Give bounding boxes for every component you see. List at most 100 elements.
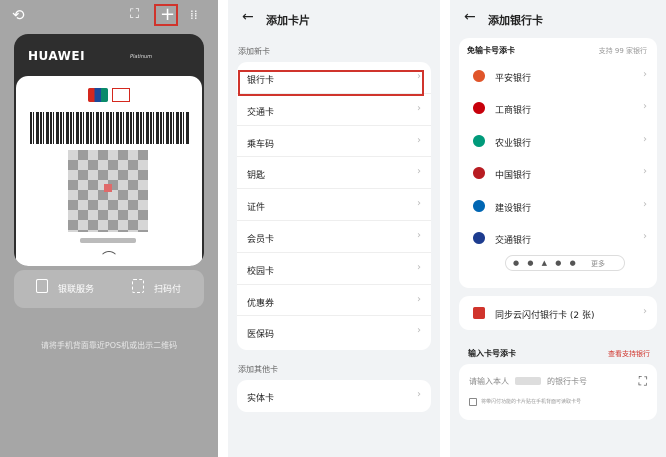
chevron-right-icon: › [417, 261, 421, 273]
qr-center-icon [104, 184, 112, 192]
add-bank-card-panel: ← 添加银行卡 免输卡号添卡 支持 99 家银行 平安银行 › 工商银行 › 农业银… [450, 0, 666, 457]
list-item-medical-code[interactable]: 医保码 › [237, 316, 431, 348]
wallet-card-panel: ⟲ ⛶ + ⁞⁞ HUAWEI Platinum ⌒ 银联服务 扫码付 请将手机… [0, 0, 218, 457]
bank-item-bocom[interactable]: 交通银行 › [459, 222, 657, 254]
list-item-physical-card[interactable]: 实体卡 › [237, 380, 431, 412]
back-icon[interactable]: ← [242, 9, 254, 25]
quickpass-logo-icon [112, 88, 130, 102]
list-item-label: 校园卡 [247, 266, 275, 277]
chevron-right-icon: › [417, 134, 421, 146]
chevron-right-icon: › [643, 69, 647, 80]
chevron-right-icon: › [417, 198, 421, 210]
bank-label: 平安银行 [495, 74, 532, 84]
chevron-right-icon: › [417, 166, 421, 178]
card-number-input[interactable]: 请输入本人 的银行卡号 ⛶ 将带闪付功能的卡片贴在手机背面可读取卡号 [459, 364, 657, 420]
more-label[interactable]: 更多 [591, 259, 605, 269]
list-item-label: 实体卡 [247, 394, 275, 404]
list-item-label: 乘车码 [247, 139, 275, 150]
chevron-right-icon: › [417, 229, 421, 241]
sync-card-row[interactable]: 同步云闪付银行卡 (2 张) › [459, 296, 657, 330]
chevron-right-icon: › [643, 166, 647, 178]
more-icon[interactable]: ⁞⁞ [190, 6, 198, 24]
masked-name [515, 377, 541, 385]
scan-pay-icon [132, 279, 144, 293]
list-item-label: 会员卡 [247, 234, 275, 245]
page-title: 添加银行卡 [488, 14, 543, 27]
list-item-label: 证件 [247, 203, 266, 214]
nfc-icon [469, 398, 477, 406]
list-item-transit-card[interactable]: 交通卡 › [237, 94, 431, 126]
chevron-right-icon: › [417, 293, 421, 305]
pos-hint: 请将手机背面靠近POS机或出示二维码 [40, 341, 178, 350]
more-banks-row[interactable]: ● ● ▲ ● ● 更多 [459, 254, 657, 274]
chevron-right-icon: › [643, 306, 647, 317]
scan-icon[interactable]: ⛶ [130, 6, 139, 24]
other-card-list: 实体卡 › [237, 380, 431, 412]
section-other-card: 添加其他卡 [238, 365, 278, 374]
scan-pay-button[interactable]: 扫码付 [154, 282, 181, 295]
payment-barcode [30, 112, 190, 144]
view-supported-banks-link[interactable]: 查看支持银行 [608, 349, 650, 359]
chevron-right-icon: › [417, 325, 421, 337]
header: ← 添加卡片 [228, 9, 440, 29]
section-new-card: 添加新卡 [238, 47, 270, 56]
manual-section-label: 输入卡号添卡 [468, 349, 516, 358]
pingan-bank-icon [473, 70, 485, 82]
plus-icon: + [160, 4, 176, 25]
chevron-right-icon: › [643, 230, 647, 242]
list-item-id[interactable]: 证件 › [237, 189, 431, 221]
brand-label: HUAWEI [28, 49, 86, 63]
list-item-campus-card[interactable]: 校园卡 › [237, 253, 431, 285]
unionpay-logo-icon [88, 88, 108, 102]
header: ← 添加银行卡 [450, 9, 666, 29]
cloud-quickpass-icon [473, 307, 485, 319]
list-item-coupon[interactable]: 优惠券 › [237, 285, 431, 317]
bank-item-pingan[interactable]: 平安银行 › [459, 60, 657, 92]
bank-card[interactable]: HUAWEI Platinum ⌒ [14, 34, 204, 266]
nfc-hint: 将带闪付功能的卡片贴在手机背面可读取卡号 [481, 399, 582, 405]
bank-logos-icon: ● ● ▲ ● ● [513, 259, 579, 268]
bank-item-abc[interactable]: 农业银行 › [459, 125, 657, 157]
chevron-right-icon: › [417, 389, 421, 400]
list-item-member-card[interactable]: 会员卡 › [237, 221, 431, 253]
list-item-label: 医保码 [247, 330, 275, 341]
bank-item-icbc[interactable]: 工商银行 › [459, 92, 657, 124]
chevron-right-icon: › [417, 102, 421, 114]
action-bar: 银联服务 扫码付 [14, 270, 204, 308]
chevron-right-icon: › [643, 101, 647, 113]
collapse-handle[interactable]: ⌒ [102, 248, 116, 266]
sync-label: 同步云闪付银行卡 (2 张) [495, 311, 595, 321]
add-card-button[interactable]: + [154, 4, 178, 26]
list-item-key[interactable]: 钥匙 › [237, 157, 431, 190]
input-placeholder-pre: 请输入本人 [469, 377, 509, 386]
bank-label: 建设银行 [495, 203, 532, 214]
chevron-right-icon: › [643, 133, 647, 145]
card-type-list: 银行卡 › 交通卡 › 乘车码 › 钥匙 › 证件 › 会员卡 › 校园卡 › 优惠券 › 医保… [237, 62, 431, 350]
back-icon[interactable]: ← [464, 9, 476, 25]
scan-card-icon[interactable]: ⛶ [639, 374, 647, 389]
brand-sub-label: Platinum [130, 54, 153, 60]
card-service-icon [36, 279, 48, 293]
bank-label: 工商银行 [495, 106, 532, 117]
input-placeholder-post: 的银行卡号 [547, 377, 587, 386]
free-card-header: 免输卡号添卡 支持 99 家银行 [459, 38, 657, 60]
list-item-label: 交通卡 [247, 107, 275, 118]
chevron-right-icon: › [643, 198, 647, 210]
bank-label: 农业银行 [495, 138, 532, 149]
unionpay-service-button[interactable]: 银联服务 [58, 282, 94, 295]
boc-bank-icon [473, 167, 485, 180]
ccb-bank-icon [473, 199, 485, 212]
payment-qrcode [68, 150, 148, 232]
list-item-label: 钥匙 [247, 171, 266, 182]
qr-caption [80, 238, 136, 243]
bank-item-boc[interactable]: 中国银行 › [459, 157, 657, 189]
list-item-ride-code[interactable]: 乘车码 › [237, 126, 431, 158]
support-count: 支持 99 家银行 [598, 47, 647, 55]
refresh-icon[interactable]: ⟲ [12, 6, 25, 24]
bank-item-ccb[interactable]: 建设银行 › [459, 190, 657, 222]
abc-bank-icon [473, 134, 485, 147]
free-card-list: 免输卡号添卡 支持 99 家银行 平安银行 › 工商银行 › 农业银行 › 中国银行 ›… [459, 38, 657, 288]
list-item-label: 优惠券 [247, 298, 275, 309]
add-card-panel: ← 添加卡片 添加新卡 银行卡 › 交通卡 › 乘车码 › 钥匙 › 证件 › 会员卡 › … [228, 0, 440, 457]
payment-code-area: ⌒ [16, 76, 202, 266]
